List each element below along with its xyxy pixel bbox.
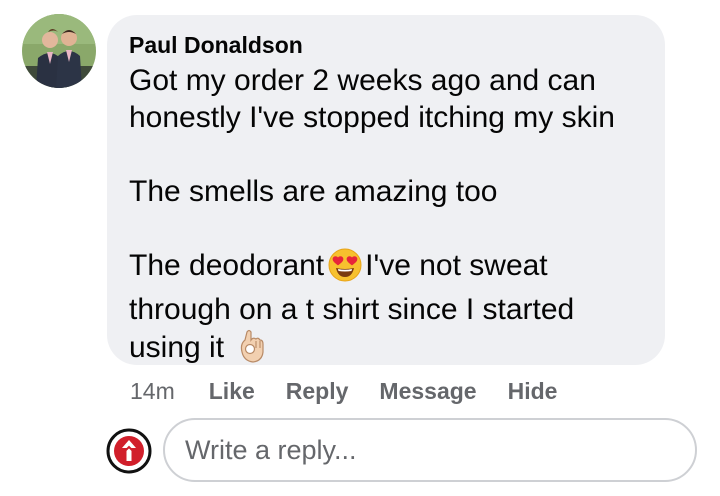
- comment-timestamp[interactable]: 14m: [130, 378, 175, 405]
- comment-line-segment: I've not sweat: [365, 249, 548, 282]
- author-avatar[interactable]: [22, 14, 96, 88]
- comment-line: The smells are amazing too: [129, 175, 498, 208]
- comment-line: honestly I've stopped itching my skin: [129, 101, 615, 134]
- comment-author-name[interactable]: Paul Donaldson: [129, 33, 303, 57]
- comment-line: The deodorant I've not sweat: [129, 247, 659, 291]
- comment-line: Got my order 2 weeks ago and can: [129, 64, 596, 97]
- comment-line: using it: [129, 328, 659, 373]
- reply-input-container[interactable]: [163, 418, 697, 482]
- comment-line-segment: using it: [129, 331, 225, 364]
- ok-hand-emoji-icon: [236, 328, 268, 373]
- comment-bubble: Paul Donaldson Got my order 2 weeks ago …: [107, 15, 665, 365]
- comment-actions: 14m Like Reply Message Hide: [130, 376, 588, 406]
- reply-button[interactable]: Reply: [286, 378, 349, 405]
- page-avatar-icon[interactable]: [106, 428, 152, 474]
- message-button[interactable]: Message: [379, 378, 476, 405]
- comment-body: Got my order 2 weeks ago and can honestl…: [129, 62, 659, 373]
- author-avatar-photo: [22, 14, 96, 88]
- reply-input[interactable]: [185, 420, 665, 480]
- like-button[interactable]: Like: [209, 378, 255, 405]
- heart-eyes-emoji-icon: [328, 248, 362, 291]
- hide-button[interactable]: Hide: [508, 378, 558, 405]
- comment-line: through on a t shirt since I started: [129, 293, 575, 326]
- comment-line-segment: The deodorant: [129, 249, 325, 282]
